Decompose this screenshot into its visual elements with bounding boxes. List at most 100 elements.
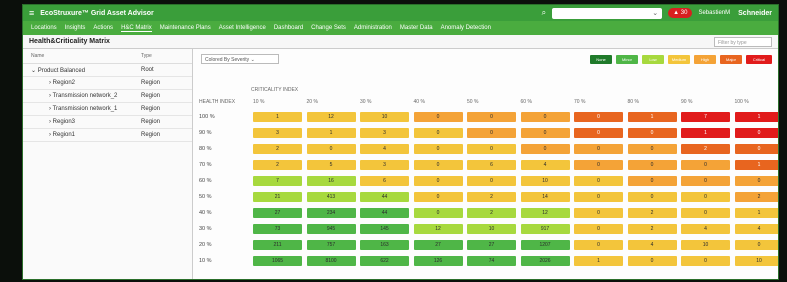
tree-row[interactable]: › Transmission network_2 Region [23, 90, 192, 103]
matrix-cell[interactable]: 74 [467, 256, 516, 266]
matrix-cell[interactable]: 0 [627, 128, 677, 138]
matrix-cell[interactable]: 0 [574, 192, 623, 202]
matrix-cell[interactable]: 0 [574, 240, 623, 250]
matrix-cell[interactable]: 0 [681, 256, 730, 266]
matrix-cell[interactable]: 10 [681, 240, 730, 250]
matrix-cell[interactable]: 0 [574, 224, 623, 234]
matrix-cell[interactable]: 1207 [520, 240, 570, 250]
matrix-cell[interactable]: 6 [360, 176, 409, 186]
matrix-cell[interactable]: 3 [253, 128, 302, 138]
tree-row[interactable]: ⌄ Product Balanced Root [23, 64, 192, 77]
matrix-cell[interactable]: 0 [413, 176, 463, 186]
nav-item[interactable]: Asset Intelligence [219, 25, 266, 31]
matrix-cell[interactable]: 4 [734, 224, 778, 234]
tree-row[interactable]: › Region1 Region [23, 129, 192, 142]
matrix-cell[interactable]: 0 [520, 144, 570, 154]
matrix-cell[interactable]: 7 [681, 112, 730, 122]
hamburger-menu-icon[interactable]: ≡ [29, 8, 34, 18]
matrix-cell[interactable]: 0 [467, 176, 516, 186]
matrix-cell[interactable]: 917 [520, 224, 570, 234]
nav-item[interactable]: Maintenance Plans [160, 25, 211, 31]
nav-item[interactable]: Locations [31, 25, 57, 31]
matrix-cell[interactable]: 2 [467, 192, 516, 202]
matrix-cell[interactable]: 2026 [520, 256, 570, 266]
matrix-cell[interactable]: 0 [734, 128, 778, 138]
matrix-cell[interactable]: 21 [253, 192, 302, 202]
matrix-cell[interactable]: 622 [360, 256, 409, 266]
matrix-cell[interactable]: 3 [360, 160, 409, 170]
matrix-cell[interactable]: 3 [360, 128, 409, 138]
matrix-cell[interactable]: 0 [520, 112, 570, 122]
matrix-cell[interactable]: 2 [253, 144, 302, 154]
matrix-cell[interactable]: 0 [627, 256, 677, 266]
matrix-cell[interactable]: 27 [253, 208, 302, 218]
matrix-cell[interactable]: 145 [360, 224, 409, 234]
matrix-cell[interactable]: 2 [627, 224, 677, 234]
matrix-cell[interactable]: 234 [306, 208, 356, 218]
matrix-cell[interactable]: 1 [574, 256, 623, 266]
matrix-cell[interactable]: 1 [734, 208, 778, 218]
matrix-cell[interactable]: 0 [306, 144, 356, 154]
matrix-cell[interactable]: 0 [574, 208, 623, 218]
matrix-cell[interactable]: 0 [681, 160, 730, 170]
matrix-cell[interactable]: 8100 [306, 256, 356, 266]
matrix-cell[interactable]: 0 [467, 128, 516, 138]
matrix-cell[interactable]: 0 [734, 176, 778, 186]
collapse-chevron-icon[interactable]: ⌄ [31, 68, 38, 74]
matrix-cell[interactable]: 2 [253, 160, 302, 170]
tree-row[interactable]: › Transmission network_1 Region [23, 103, 192, 116]
matrix-cell[interactable]: 1065 [253, 256, 302, 266]
matrix-cell[interactable]: 0 [520, 128, 570, 138]
matrix-cell[interactable]: 12 [520, 208, 570, 218]
matrix-cell[interactable]: 0 [627, 144, 677, 154]
matrix-cell[interactable]: 0 [413, 160, 463, 170]
matrix-cell[interactable]: 14 [520, 192, 570, 202]
matrix-cell[interactable]: 4 [360, 144, 409, 154]
matrix-cell[interactable]: 757 [306, 240, 356, 250]
site-select[interactable]: ⌄ [552, 7, 663, 19]
matrix-cell[interactable]: 0 [413, 144, 463, 154]
matrix-cell[interactable]: 44 [360, 192, 409, 202]
search-icon[interactable]: ⌕ [542, 8, 546, 18]
matrix-cell[interactable]: 0 [413, 208, 463, 218]
matrix-cell[interactable]: 945 [306, 224, 356, 234]
matrix-cell[interactable]: 12 [413, 224, 463, 234]
matrix-cell[interactable]: 0 [467, 112, 516, 122]
matrix-cell[interactable]: 0 [574, 160, 623, 170]
matrix-cell[interactable]: 2 [734, 192, 778, 202]
matrix-cell[interactable]: 0 [734, 240, 778, 250]
matrix-cell[interactable]: 2 [467, 208, 516, 218]
matrix-cell[interactable]: 0 [681, 208, 730, 218]
nav-item[interactable]: Administration [354, 25, 392, 31]
color-by-select[interactable]: Colored By Severity ⌄ [201, 54, 279, 64]
matrix-cell[interactable]: 0 [734, 144, 778, 154]
matrix-cell[interactable]: 73 [253, 224, 302, 234]
matrix-cell[interactable]: 10 [360, 112, 409, 122]
matrix-cell[interactable]: 44 [360, 208, 409, 218]
nav-item[interactable]: Insights [65, 25, 86, 31]
alert-badge[interactable]: ▲ 30 [668, 8, 693, 18]
matrix-cell[interactable]: 10 [734, 256, 778, 266]
matrix-cell[interactable]: 12 [306, 112, 356, 122]
tree-row[interactable]: › Region2 Region [23, 77, 192, 90]
nav-item[interactable]: Dashboard [274, 25, 303, 31]
matrix-cell[interactable]: 16 [306, 176, 356, 186]
matrix-cell[interactable]: 0 [627, 176, 677, 186]
nav-item[interactable]: Master Data [400, 25, 433, 31]
matrix-cell[interactable]: 126 [413, 256, 463, 266]
nav-item[interactable]: H&C Matrix [121, 25, 152, 32]
matrix-cell[interactable]: 10 [520, 176, 570, 186]
matrix-cell[interactable]: 0 [627, 192, 677, 202]
nav-item[interactable]: Actions [93, 25, 113, 31]
type-filter-input[interactable]: Filter by type [714, 36, 772, 47]
matrix-cell[interactable]: 6 [467, 160, 516, 170]
nav-item[interactable]: Change Sets [311, 25, 346, 31]
matrix-cell[interactable]: 0 [627, 160, 677, 170]
matrix-cell[interactable]: 2 [681, 144, 730, 154]
matrix-cell[interactable]: 27 [413, 240, 463, 250]
matrix-cell[interactable]: 1 [734, 160, 778, 170]
matrix-cell[interactable]: 0 [574, 176, 623, 186]
matrix-cell[interactable]: 0 [467, 144, 516, 154]
matrix-cell[interactable]: 1 [681, 128, 730, 138]
matrix-cell[interactable]: 1 [253, 112, 302, 122]
